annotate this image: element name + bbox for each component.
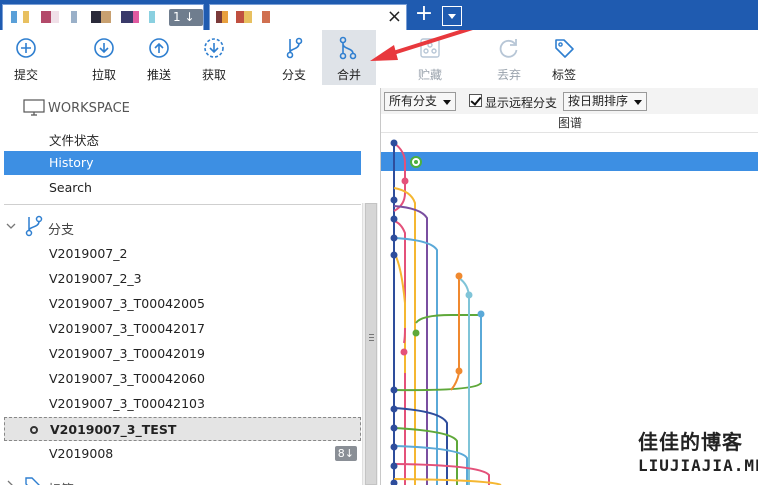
push-icon: [149, 38, 169, 58]
branch-item[interactable]: V2019007_3_T00042005: [4, 292, 361, 316]
branch-name: V2019007_3_T00042005: [49, 296, 205, 311]
tab-dropdown-button[interactable]: [442, 6, 462, 26]
branch-item[interactable]: V2019007_2_3: [4, 267, 361, 291]
fetch-icon: [204, 38, 224, 58]
chevron-down-icon: [6, 223, 16, 229]
branch-item[interactable]: V2019007_2: [4, 242, 361, 266]
repo-tab-2[interactable]: ×: [209, 4, 407, 30]
redacted-tab-title: [11, 11, 161, 23]
branch-item[interactable]: V2019007_3_T00042103: [4, 392, 361, 416]
tags-section-header[interactable]: 标签: [0, 472, 362, 485]
monitor-icon: [23, 99, 45, 116]
sidebar: WORKSPACE 文件状态 History Search 分支 V201900…: [0, 88, 378, 485]
branch-filter-dropdown[interactable]: 所有分支: [384, 92, 456, 111]
scrollbar-grip-icon: [369, 337, 374, 338]
tag-icon: [25, 477, 40, 485]
add-tab-button[interactable]: +: [412, 3, 436, 26]
branch-name: V2019007_2_3: [49, 271, 142, 286]
redacted-tab-title: [216, 11, 276, 23]
branch-name: V2019008: [49, 446, 114, 461]
branch-item[interactable]: V2019007_3_T00042060: [4, 367, 361, 391]
tag-button[interactable]: 标签: [538, 30, 590, 85]
chevron-right-icon: [7, 480, 13, 485]
branches-section-header[interactable]: 分支: [0, 212, 362, 242]
branch-item[interactable]: V2019007_3_T00042019: [4, 342, 361, 366]
selected-commit-row: [381, 152, 758, 171]
scrollbar-thumb[interactable]: [365, 203, 377, 485]
sidebar-scrollbar[interactable]: [362, 203, 378, 485]
fetch-button[interactable]: 获取: [188, 30, 240, 85]
commit-label: 提交: [13, 68, 38, 82]
tags-header-label: 标签: [48, 479, 74, 485]
show-remote-checkbox[interactable]: [469, 94, 482, 107]
current-branch-icon: [30, 426, 38, 434]
pull-icon: [94, 38, 114, 58]
chevron-down-icon: [448, 14, 456, 19]
behind-count-badge: 8↓: [334, 446, 357, 461]
branch-label: 分支: [281, 68, 306, 82]
branch-button[interactable]: 分支: [268, 30, 320, 85]
sidebar-item-label: Search: [49, 180, 92, 195]
watermark-url: LIUJIAJIA.ME: [638, 456, 758, 475]
history-filter-bar: 所有分支 显示远程分支 按日期排序: [381, 88, 758, 114]
sidebar-item-label: 文件状态: [49, 133, 100, 148]
branch-item[interactable]: V2019007_3_T00042017: [4, 317, 361, 341]
graph-column-header: 图谱: [381, 114, 758, 133]
pull-label: 拉取: [91, 68, 116, 82]
branch-name: V2019007_3_T00042019: [49, 346, 205, 361]
commit-icon: [16, 38, 36, 58]
branches-header-label: 分支: [48, 223, 75, 238]
branch-name: V2019007_3_T00042103: [49, 396, 205, 411]
chevron-down-icon: [634, 100, 642, 105]
branch-name: V2019007_3_T00042060: [49, 371, 205, 386]
pull-button[interactable]: 拉取: [78, 30, 130, 85]
push-label: 推送: [146, 68, 171, 82]
toolbar: 提交 拉取 推送 获取 分支 合并 贮藏 丢弃 标签: [0, 30, 758, 85]
merge-icon: [339, 36, 357, 60]
branch-name: V2019007_3_TEST: [50, 422, 177, 437]
watermark-title: 佳佳的博客: [638, 430, 743, 454]
scrollbar-grip-icon: [369, 340, 374, 341]
chevron-down-icon: [443, 100, 451, 105]
branch-name: V2019007_3_T00042017: [49, 321, 205, 336]
branch-icon: [25, 215, 43, 237]
sort-dropdown[interactable]: 按日期排序: [563, 92, 647, 111]
workspace-header-label: WORKSPACE: [48, 101, 130, 116]
sort-value: 按日期排序: [568, 94, 629, 108]
scrollbar-grip-icon: [369, 334, 374, 335]
tag-label: 标签: [551, 68, 576, 82]
sidebar-item-file-status[interactable]: 文件状态: [4, 126, 361, 150]
commit-button[interactable]: 提交: [0, 30, 52, 85]
tag-icon: [555, 39, 574, 58]
tab-bar: 1 ↓ × +: [0, 0, 758, 30]
close-tab-icon[interactable]: ×: [387, 6, 402, 28]
branch-item-current[interactable]: V2019007_3_TEST: [4, 417, 361, 441]
workspace-section-header[interactable]: WORKSPACE: [0, 94, 362, 124]
tab-pull-badge: 1 ↓: [169, 9, 203, 26]
branch-icon: [286, 37, 303, 59]
push-button[interactable]: 推送: [133, 30, 185, 85]
annotation-arrow-icon: [370, 30, 473, 61]
section-divider: [4, 204, 361, 205]
show-remote-label: 显示远程分支: [485, 96, 558, 110]
sidebar-item-label: History: [49, 155, 94, 170]
sidebar-item-search[interactable]: Search: [4, 176, 361, 200]
branch-item[interactable]: V2019008 8↓: [4, 442, 361, 466]
branch-name: V2019007_2: [49, 246, 128, 261]
repo-tab-1[interactable]: 1 ↓: [2, 4, 204, 30]
sidebar-item-history[interactable]: History: [4, 151, 361, 175]
branch-filter-value: 所有分支: [389, 94, 438, 108]
fetch-label: 获取: [201, 68, 226, 82]
